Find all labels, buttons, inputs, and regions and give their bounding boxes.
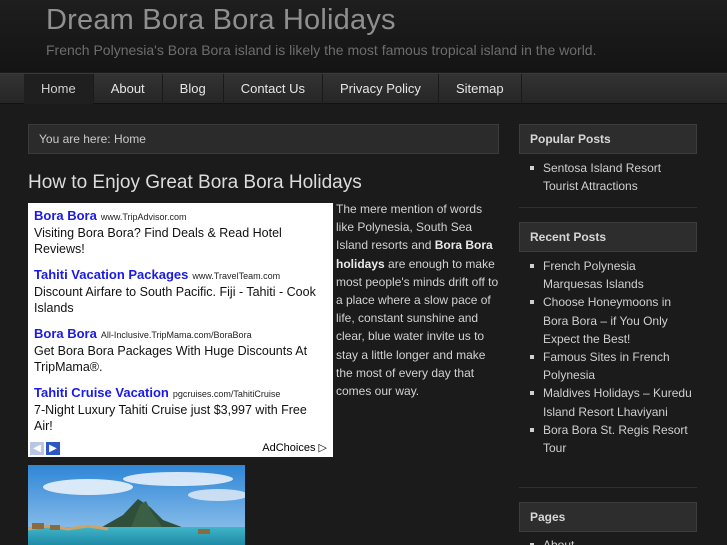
popular-posts-heading: Popular Posts <box>519 124 697 154</box>
adchoices-link[interactable]: AdChoices ▷ <box>262 441 327 454</box>
popular-post-item[interactable]: Sentosa Island Resort Tourist Attraction… <box>519 159 697 195</box>
ad-pager: ◀ ▶ <box>30 442 60 455</box>
ad-description[interactable]: Get Bora Bora Packages With Huge Discoun… <box>34 343 326 375</box>
ad-title[interactable]: Bora Bora <box>34 326 97 341</box>
site-title[interactable]: Dream Bora Bora Holidays <box>46 4 396 37</box>
recent-post-item[interactable]: Famous Sites in French Polynesia <box>519 348 697 384</box>
nav-item-about[interactable]: About <box>94 74 163 104</box>
ad-block: Bora Bora www.TripAdvisor.com Visiting Bo… <box>28 203 333 457</box>
breadcrumb-prefix: You are here: <box>39 132 111 146</box>
adchoices-icon: ▷ <box>318 442 327 454</box>
site-description: French Polynesia's Bora Bora island is l… <box>46 42 597 58</box>
ad-item[interactable]: Bora Bora All-Inclusive.TripMama.com/Bora… <box>34 326 326 375</box>
site-header: Dream Bora Bora Holidays French Polynesi… <box>0 0 727 72</box>
nav-item-contact-us[interactable]: Contact Us <box>224 74 324 104</box>
bora-bora-photo-image <box>28 465 245 545</box>
recent-post-item[interactable]: French Polynesia Marquesas Islands <box>519 257 697 293</box>
ad-title[interactable]: Bora Bora <box>34 208 97 223</box>
nav-item-sitemap[interactable]: Sitemap <box>439 74 522 104</box>
pages-list: About <box>519 536 697 545</box>
nav-item-home[interactable]: Home <box>24 74 94 104</box>
ad-prev-arrow-icon[interactable]: ◀ <box>30 442 44 455</box>
popular-posts-list: Sentosa Island Resort Tourist Attraction… <box>519 159 697 195</box>
pages-heading: Pages <box>519 502 697 532</box>
post-text-part: are enough to make most people's minds d… <box>336 256 499 399</box>
page-item[interactable]: About <box>519 536 697 545</box>
post-body: The mere mention of words like Polynesia… <box>336 200 502 400</box>
breadcrumb-home-link[interactable]: Home <box>114 132 146 146</box>
ad-title[interactable]: Tahiti Vacation Packages <box>34 267 188 282</box>
ad-next-arrow-icon[interactable]: ▶ <box>46 442 60 455</box>
recent-post-item[interactable]: Maldives Holidays – Kuredu Island Resort… <box>519 384 697 420</box>
recent-post-item[interactable]: Choose Honeymoons in Bora Bora – if You … <box>519 293 697 348</box>
ad-title[interactable]: Tahiti Cruise Vacation <box>34 385 169 400</box>
widget-divider <box>519 207 697 208</box>
ad-description[interactable]: Discount Airfare to South Pacific. Fiji … <box>34 284 326 316</box>
widget-divider <box>519 487 697 488</box>
ad-url[interactable]: www.TravelTeam.com <box>192 271 280 281</box>
ad-url[interactable]: All-Inclusive.TripMama.com/BoraBora <box>101 330 252 340</box>
recent-post-item[interactable]: Bora Bora St. Regis Resort Tour <box>519 421 697 457</box>
nav-item-privacy-policy[interactable]: Privacy Policy <box>323 74 439 104</box>
adchoices-label[interactable]: AdChoices <box>262 442 315 454</box>
recent-posts-list: French Polynesia Marquesas Islands Choos… <box>519 257 697 457</box>
bora-bora-photo <box>28 465 245 545</box>
ad-item[interactable]: Tahiti Vacation Packages www.TravelTeam.c… <box>34 267 326 316</box>
ad-url[interactable]: pgcruises.com/TahitiCruise <box>173 389 281 399</box>
post-title[interactable]: How to Enjoy Great Bora Bora Holidays <box>28 172 362 194</box>
nav-item-blog[interactable]: Blog <box>163 74 224 104</box>
ad-url[interactable]: www.TripAdvisor.com <box>101 212 187 222</box>
ad-description[interactable]: Visiting Bora Bora? Find Deals & Read Ho… <box>34 225 326 257</box>
recent-posts-heading: Recent Posts <box>519 222 697 252</box>
breadcrumb: You are here: Home <box>28 124 499 154</box>
ad-item[interactable]: Bora Bora www.TripAdvisor.com Visiting Bo… <box>34 208 326 257</box>
main-nav: Home About Blog Contact Us Privacy Polic… <box>0 73 727 104</box>
ad-item[interactable]: Tahiti Cruise Vacation pgcruises.com/Tahi… <box>34 385 326 434</box>
ad-description[interactable]: 7-Night Luxury Tahiti Cruise just $3,997… <box>34 402 326 434</box>
